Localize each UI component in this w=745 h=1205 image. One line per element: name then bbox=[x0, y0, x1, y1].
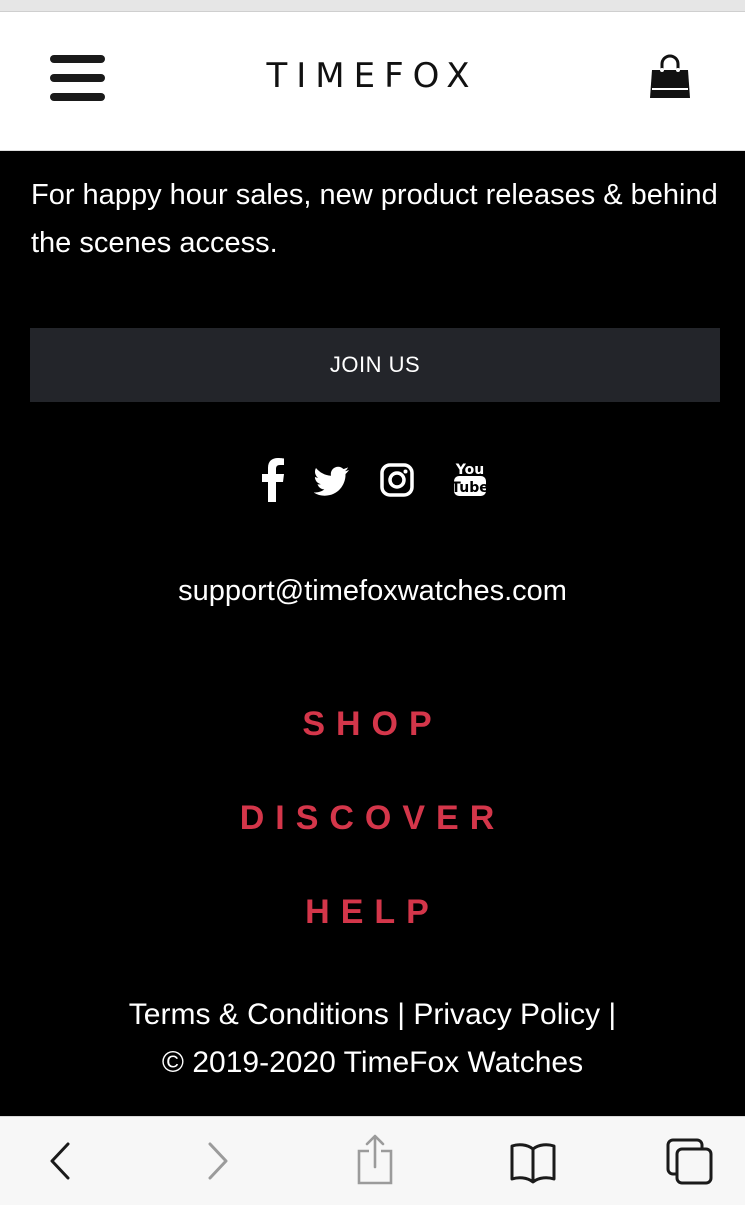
help-link[interactable]: HELP bbox=[0, 893, 745, 932]
forward-icon[interactable] bbox=[200, 1137, 234, 1187]
browser-toolbar bbox=[0, 1116, 745, 1205]
join-us-label: JOIN US bbox=[329, 352, 421, 377]
site-header: TIMEFOX bbox=[0, 12, 745, 151]
tabs-icon[interactable] bbox=[664, 1137, 716, 1187]
legal-line-1: Terms & Conditions | Privacy Policy | bbox=[0, 991, 745, 1039]
discover-link[interactable]: DISCOVER bbox=[0, 799, 745, 838]
twitter-icon[interactable] bbox=[314, 456, 350, 506]
legal-links: Terms & Conditions | Privacy Policy | © … bbox=[0, 991, 745, 1087]
bookmarks-icon[interactable] bbox=[508, 1137, 558, 1187]
back-icon[interactable] bbox=[44, 1137, 78, 1187]
youtube-icon[interactable]: You Tube bbox=[452, 456, 488, 506]
youtube-top-text: You bbox=[455, 462, 484, 478]
privacy-link[interactable]: Privacy Policy bbox=[413, 998, 600, 1031]
newsletter-tagline: For happy hour sales, new product releas… bbox=[31, 179, 718, 259]
footer-section: For happy hour sales, new product releas… bbox=[0, 151, 745, 1116]
shopping-bag-icon[interactable] bbox=[648, 54, 692, 100]
share-icon[interactable] bbox=[355, 1133, 395, 1185]
social-links: You Tube bbox=[0, 456, 745, 506]
legal-separator: | bbox=[600, 998, 617, 1031]
join-us-button[interactable]: JOIN US bbox=[30, 328, 720, 402]
facebook-icon[interactable] bbox=[260, 456, 286, 506]
copyright-text: © 2019-2020 TimeFox Watches bbox=[161, 1046, 584, 1079]
instagram-icon[interactable] bbox=[379, 456, 415, 506]
terms-link[interactable]: Terms & Conditions bbox=[129, 998, 389, 1031]
status-strip bbox=[0, 0, 745, 12]
support-email[interactable]: support@timefoxwatches.com bbox=[0, 575, 745, 608]
legal-separator: | bbox=[388, 998, 414, 1031]
youtube-bottom-text: Tube bbox=[452, 480, 488, 496]
site-logo[interactable]: TIMEFOX bbox=[0, 56, 745, 96]
shop-link[interactable]: SHOP bbox=[0, 705, 745, 744]
